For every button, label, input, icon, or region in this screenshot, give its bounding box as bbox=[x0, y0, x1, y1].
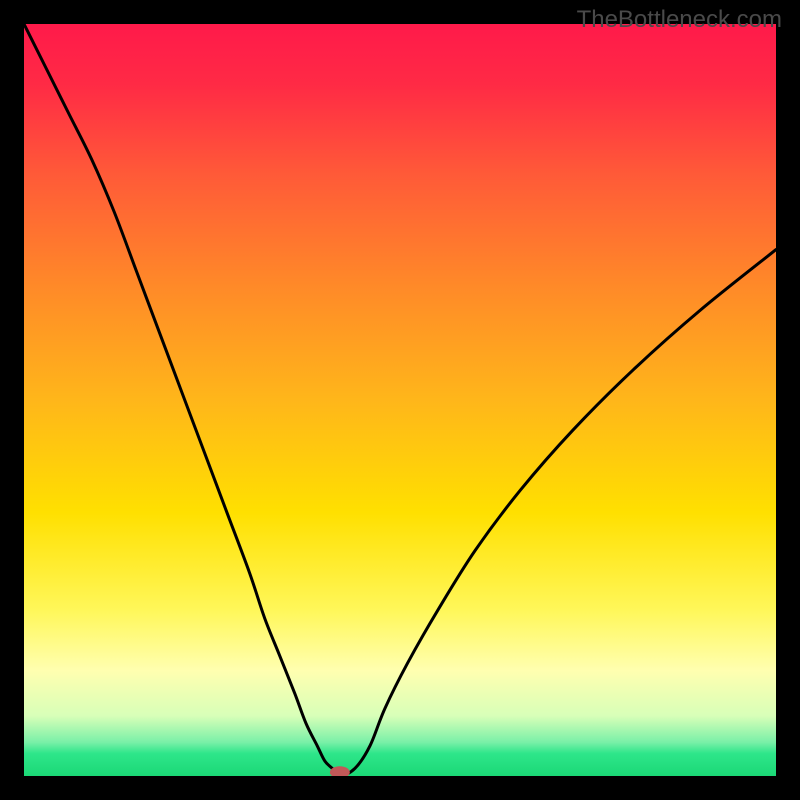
watermark-text: TheBottleneck.com bbox=[577, 6, 782, 34]
chart-frame bbox=[24, 24, 776, 776]
gradient-rect bbox=[24, 24, 776, 776]
chart-svg bbox=[24, 24, 776, 776]
